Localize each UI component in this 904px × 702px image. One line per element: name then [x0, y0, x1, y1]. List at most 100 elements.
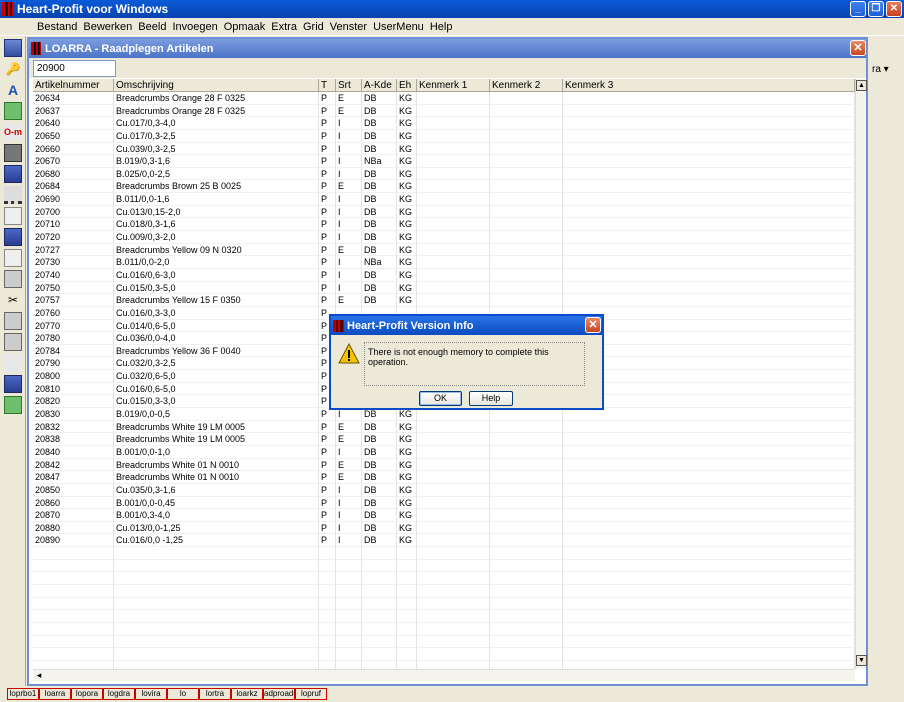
- table-cell: P: [319, 509, 336, 522]
- table-row[interactable]: 20890 Cu.016/0,0 -1,25 P I DB KG: [33, 534, 855, 548]
- column-header[interactable]: Kenmerk 2: [490, 79, 563, 92]
- dots-tool-icon[interactable]: [4, 186, 22, 204]
- chart-tool-icon[interactable]: [4, 249, 22, 267]
- key-red-tool-icon[interactable]: O-m: [4, 123, 22, 141]
- column-header[interactable]: Srt: [336, 79, 362, 92]
- table-cell: Cu.036/0,0-4,0: [114, 332, 319, 345]
- column-header[interactable]: A-Kde: [362, 79, 397, 92]
- table-row[interactable]: 20684 Breadcrumbs Brown 25 B 0025 P E DB KG: [33, 180, 855, 194]
- menu-item-opmaak[interactable]: Opmaak: [221, 21, 269, 33]
- minimize-icon[interactable]: _: [850, 1, 866, 17]
- scroll-down-icon[interactable]: ▼: [856, 655, 867, 666]
- table-row[interactable]: 20710 Cu.018/0,3-1,6 P I DB KG: [33, 218, 855, 232]
- table-row[interactable]: 20720 Cu.009/0,3-2,0 P I DB KG: [33, 231, 855, 244]
- table-row[interactable]: 20838 Breadcrumbs White 19 LM 0005 P E DB KG: [33, 433, 855, 446]
- table-cell: 20880: [33, 521, 114, 535]
- column-header[interactable]: Eh: [397, 79, 417, 92]
- table-cell: [563, 281, 855, 295]
- table-cell: [417, 420, 490, 434]
- font-tool-icon[interactable]: A: [4, 81, 22, 99]
- list-tool-icon[interactable]: [4, 270, 22, 288]
- table-row[interactable]: 20640 Cu.017/0,3-4,0 P I DB KG: [33, 117, 855, 130]
- table-cell: [417, 559, 490, 573]
- task-button-loarra[interactable]: loarra: [39, 688, 71, 700]
- table-row[interactable]: 20700 Cu.013/0,15-2,0 P I DB KG: [33, 205, 855, 219]
- menu-item-bewerken[interactable]: Bewerken: [80, 21, 135, 33]
- table-row[interactable]: 20847 Breadcrumbs White 01 N 0010 P E DB KG: [33, 471, 855, 484]
- table-row[interactable]: 20860 B.001/0,0-0,45 P I DB KG: [33, 496, 855, 510]
- table-row[interactable]: 20637 Breadcrumbs Orange 28 F 0325 P E DB KG: [33, 104, 855, 118]
- export-tool-icon[interactable]: [4, 375, 22, 393]
- table-row[interactable]: 20660 Cu.039/0,3-2,5 P I DB KG: [33, 142, 855, 156]
- table-row[interactable]: 20840 B.001/0,0-1,0 P I DB KG: [33, 445, 855, 459]
- table-row[interactable]: 20650 Cu.017/0,3-2,5 P I DB KG: [33, 129, 855, 143]
- table-cell: I: [336, 193, 362, 206]
- menu-item-bestand[interactable]: Bestand: [34, 21, 80, 33]
- restore-icon[interactable]: ❐: [868, 1, 884, 17]
- task-button-logdra[interactable]: logdra: [103, 688, 135, 700]
- menu-item-invoegen[interactable]: Invoegen: [169, 21, 220, 33]
- print-tool-icon[interactable]: [4, 144, 22, 162]
- table-row[interactable]: 20750 Cu.015/0,3-5,0 P I DB KG: [33, 281, 855, 295]
- article-search-input[interactable]: [33, 60, 116, 77]
- table-row[interactable]: 20832 Breadcrumbs White 19 LM 0005 P E DB KG: [33, 420, 855, 434]
- table-cell: B.001/0,0-1,0: [114, 445, 319, 459]
- menu-item-help[interactable]: Help: [427, 21, 456, 33]
- paste-icon[interactable]: [4, 333, 22, 351]
- table-row[interactable]: 20880 Cu.013/0,0-1,25 P I DB KG: [33, 521, 855, 535]
- table-row[interactable]: 20740 Cu.016/0,6-3,0 P I DB KG: [33, 268, 855, 282]
- table-row[interactable]: 20670 B.019/0,3-1,6 P I NBa KG: [33, 155, 855, 168]
- scroll-up-icon[interactable]: ▲: [856, 80, 867, 91]
- form-tool-icon[interactable]: [4, 228, 22, 246]
- menu-item-grid[interactable]: Grid: [300, 21, 327, 33]
- table-row[interactable]: 20842 Breadcrumbs White 01 N 0010 P E DB KG: [33, 458, 855, 472]
- ok-button[interactable]: OK: [419, 391, 462, 406]
- table-row[interactable]: 20680 B.025/0,0-2,5 P I DB KG: [33, 167, 855, 181]
- help-button[interactable]: Help: [469, 391, 513, 406]
- report-tool-icon[interactable]: [4, 354, 22, 372]
- exit-tool-icon[interactable]: [4, 396, 22, 414]
- menu-item-venster[interactable]: Venster: [327, 21, 370, 33]
- table-row[interactable]: 20757 Breadcrumbs Yellow 15 F 0350 P E DB KG: [33, 294, 855, 307]
- table-row[interactable]: 20690 B.011/0,0-1,6 P I DB KG: [33, 193, 855, 206]
- dialog-close-icon[interactable]: ✕: [585, 317, 601, 333]
- menu-item-beeld[interactable]: Beeld: [135, 21, 169, 33]
- close-icon[interactable]: ✕: [886, 1, 902, 17]
- column-header[interactable]: Kenmerk 1: [417, 79, 490, 92]
- task-button-adproade[interactable]: adproade: [263, 688, 295, 700]
- copy-icon[interactable]: [4, 312, 22, 330]
- task-button-lopruf[interactable]: lopruf: [295, 688, 327, 700]
- toolbar-fragment[interactable]: ra ▾: [872, 64, 889, 75]
- task-button-loarkz[interactable]: loarkz: [231, 688, 263, 700]
- key-tool-icon[interactable]: 🔑: [4, 60, 22, 78]
- vertical-scrollbar[interactable]: ▲ ▼: [855, 79, 867, 669]
- task-button-lovira[interactable]: lovira: [135, 688, 167, 700]
- table-row[interactable]: 20850 Cu.035/0,3-1,6 P I DB KG: [33, 483, 855, 497]
- grid-tool-icon[interactable]: [4, 207, 22, 225]
- column-header[interactable]: Kenmerk 3: [563, 79, 855, 92]
- child-close-icon[interactable]: ✕: [850, 40, 866, 56]
- table-cell: DB: [362, 534, 397, 548]
- task-button-lortra[interactable]: lortra: [199, 688, 231, 700]
- table-row[interactable]: 20634 Breadcrumbs Orange 28 F 0325 P E DB KG: [33, 92, 855, 105]
- column-header[interactable]: Omschrijving: [114, 79, 319, 92]
- table-row[interactable]: 20730 B.011/0,0-2,0 P I NBa KG: [33, 256, 855, 269]
- column-header[interactable]: Artikelnummer: [33, 79, 114, 92]
- column-header[interactable]: T: [319, 79, 336, 92]
- calendar-tool-icon[interactable]: [4, 39, 22, 57]
- cut-icon[interactable]: ✂: [4, 291, 22, 309]
- table-row[interactable]: 20870 B.001/0,3-4,0 P I DB KG: [33, 509, 855, 522]
- menu-item-extra[interactable]: Extra: [268, 21, 300, 33]
- money-tool-icon[interactable]: [4, 102, 22, 120]
- app-logo-icon: [2, 2, 14, 16]
- horizontal-scrollbar[interactable]: ◂: [33, 669, 855, 681]
- scroll-left-icon[interactable]: ◂: [33, 670, 45, 681]
- table-row[interactable]: 20727 Breadcrumbs Yellow 09 N 0320 P E DB KG: [33, 243, 855, 257]
- window-tool-icon[interactable]: [4, 165, 22, 183]
- menu-item-usermenu[interactable]: UserMenu: [370, 21, 427, 33]
- task-button-lo[interactable]: lo: [167, 688, 199, 700]
- task-button-lopora[interactable]: lopora: [71, 688, 103, 700]
- table-cell: 20640: [33, 117, 114, 130]
- task-button-loprbo1[interactable]: loprbo1: [7, 688, 39, 700]
- table-cell: [490, 483, 563, 497]
